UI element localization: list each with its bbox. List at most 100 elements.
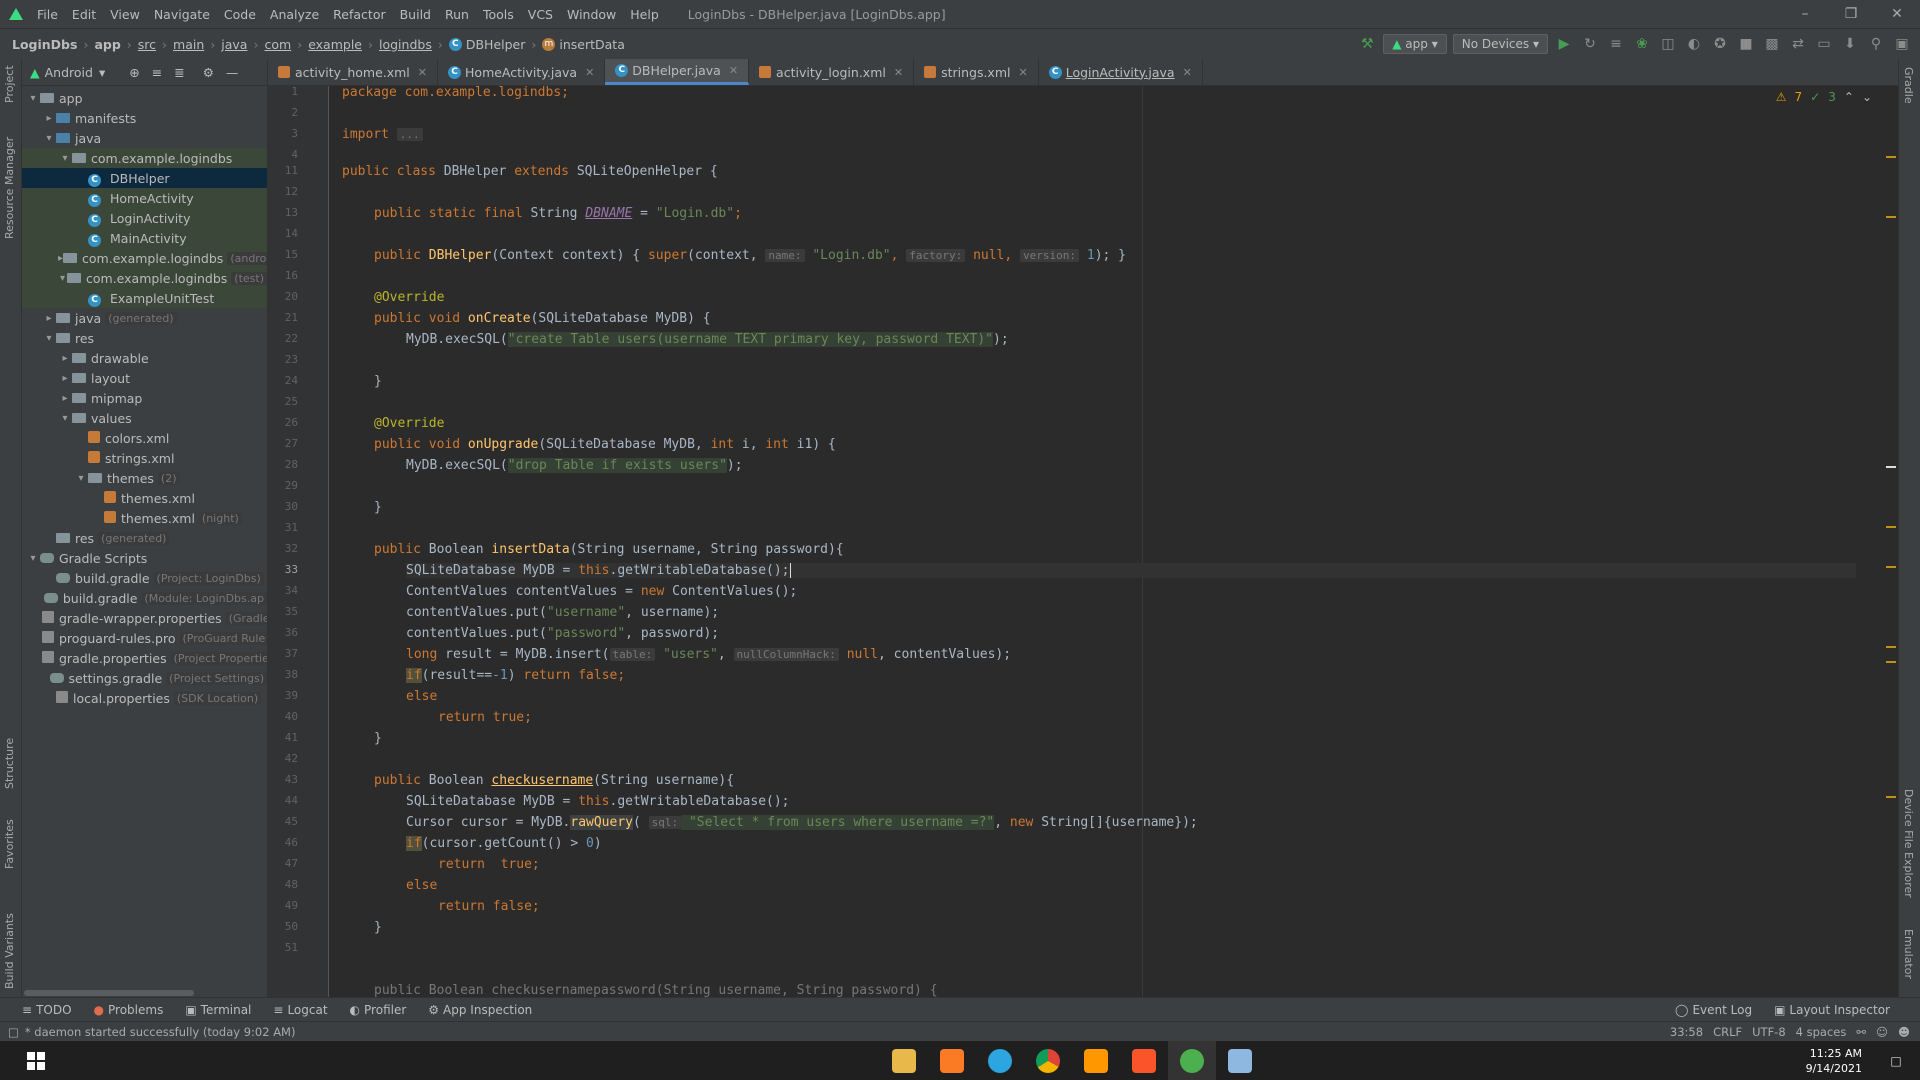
device-file-explorer-tool-tab[interactable]: Device File Explorer <box>1902 789 1915 898</box>
chevron-right-icon[interactable]: ▸ <box>42 113 56 124</box>
sdk-manager-icon[interactable]: ⬇ <box>1840 34 1860 54</box>
attach-debugger-icon[interactable]: ✪ <box>1710 34 1730 54</box>
tree-dbhelper[interactable]: C DBHelper <box>22 168 267 188</box>
line-separator[interactable]: CRLF <box>1713 1025 1742 1039</box>
close-icon[interactable]: ✕ <box>1018 66 1027 79</box>
tree-local-properties[interactable]: local.properties (SDK Location) <box>22 688 267 708</box>
menu-window[interactable]: Window <box>560 7 623 22</box>
device-dropdown[interactable]: No Devices ▾ <box>1452 34 1548 54</box>
notification-center-button[interactable]: □ <box>1872 1041 1920 1080</box>
layout-inspector-tool-button[interactable]: ▣ Layout Inspector <box>1774 1003 1890 1017</box>
menu-analyze[interactable]: Analyze <box>263 7 326 22</box>
stop-icon[interactable]: ■ <box>1736 34 1756 54</box>
crumb-project[interactable]: LoginDbs <box>12 37 77 52</box>
close-icon[interactable]: ✕ <box>1183 66 1192 79</box>
taskbar-clock[interactable]: 11:25 AM 9/14/2021 <box>1806 1046 1872 1076</box>
menu-build[interactable]: Build <box>393 7 438 22</box>
menu-view[interactable]: View <box>103 7 147 22</box>
chevron-right-icon[interactable]: ▸ <box>58 393 72 404</box>
status-message[interactable]: * daemon started successfully (today 9:0… <box>25 1025 296 1039</box>
chevron-up-icon[interactable]: ⌃ <box>1844 90 1854 104</box>
status-toggle-icon[interactable]: □ <box>8 1025 19 1039</box>
tree-drawable[interactable]: ▸ drawable <box>22 348 267 368</box>
minimize-icon[interactable]: – <box>1782 6 1828 22</box>
tree-values[interactable]: ▾ values <box>22 408 267 428</box>
taskbar-file-explorer[interactable] <box>880 1041 928 1080</box>
tree-package-test[interactable]: ▾ com.example.logindbs (test) <box>22 268 267 288</box>
tree-loginactivity[interactable]: C LoginActivity <box>22 208 267 228</box>
tree-gradle-wrapper[interactable]: gradle-wrapper.properties(Gradle V <box>22 608 267 628</box>
favorites-tool-tab[interactable]: Favorites <box>3 819 16 869</box>
menu-run[interactable]: Run <box>438 7 476 22</box>
taskbar-android-studio[interactable] <box>1168 1041 1216 1080</box>
tree-app[interactable]: ▾ app <box>22 88 267 108</box>
expand-all-icon[interactable]: ≡ <box>152 65 162 80</box>
crumb-app[interactable]: app <box>94 37 120 52</box>
menu-help[interactable]: Help <box>623 7 666 22</box>
profile-icon[interactable]: ◐ <box>1684 34 1704 54</box>
emulator-tool-tab[interactable]: Emulator <box>1902 929 1915 979</box>
tree-res[interactable]: ▾ res <box>22 328 267 348</box>
tab-homeactivity-java[interactable]: C HomeActivity.java ✕ <box>438 59 606 85</box>
tab-activity-home-xml[interactable]: activity_home.xml ✕ <box>268 59 439 85</box>
build-variants-tool-tab[interactable]: Build Variants <box>3 913 16 989</box>
chevron-down-icon[interactable]: ▾ <box>99 65 105 80</box>
line-number-gutter[interactable]: 1 2 3 4 11 12 13 14 15 16 20 21 22 23 24 25 26 27 28 29 30 31… <box>268 86 329 997</box>
gear-icon[interactable]: ⚙ <box>203 65 214 80</box>
menu-navigate[interactable]: Navigate <box>147 7 217 22</box>
tree-settings-gradle[interactable]: settings.gradle (Project Settings) <box>22 668 267 688</box>
tree-layout[interactable]: ▸ layout <box>22 368 267 388</box>
menu-vcs[interactable]: VCS <box>521 7 560 22</box>
tree-mainactivity[interactable]: C MainActivity <box>22 228 267 248</box>
chevron-down-icon[interactable]: ▾ <box>26 553 40 564</box>
chevron-down-icon[interactable]: ▾ <box>42 333 56 344</box>
apply-changes-icon[interactable]: ≡ <box>1606 34 1626 54</box>
tree-themes[interactable]: ▾ themes (2) <box>22 468 267 488</box>
smiley-icon[interactable]: ☺ <box>1876 1025 1888 1039</box>
tree-mipmap[interactable]: ▸ mipmap <box>22 388 267 408</box>
problems-tool-button[interactable]: ● Problems <box>94 1003 164 1017</box>
structure-tool-tab[interactable]: Structure <box>3 738 16 789</box>
todo-tool-button[interactable]: ≡ TODO <box>22 1003 72 1017</box>
crumb-java[interactable]: java <box>221 37 247 52</box>
chevron-right-icon[interactable]: ▸ <box>58 353 72 364</box>
project-view-selector[interactable]: Android <box>45 65 93 80</box>
tree-strings-xml[interactable]: strings.xml <box>22 448 267 468</box>
close-icon[interactable]: ✕ <box>894 66 903 79</box>
event-log-tool-button[interactable]: ◯ Event Log <box>1675 1003 1752 1017</box>
chevron-down-icon[interactable]: ▾ <box>26 93 40 104</box>
gradle-tool-tab[interactable]: Gradle <box>1902 67 1915 104</box>
error-stripe-mark[interactable] <box>1886 566 1896 568</box>
crumb-src[interactable]: src <box>138 37 156 52</box>
tab-activity-login-xml[interactable]: activity_login.xml ✕ <box>749 59 915 85</box>
error-stripe-mark[interactable] <box>1886 796 1896 798</box>
taskbar-chrome[interactable] <box>1024 1041 1072 1080</box>
tree-themes-xml-night[interactable]: themes.xml (night) <box>22 508 267 528</box>
crumb-insertdata[interactable]: insertData <box>559 37 625 52</box>
tree-build-gradle-project[interactable]: build.gradle (Project: LoginDbs) <box>22 568 267 588</box>
close-icon[interactable]: ✕ <box>729 64 738 77</box>
app-inspection-tool-button[interactable]: ⚙ App Inspection <box>428 1003 532 1017</box>
project-tool-tab[interactable]: Project <box>3 65 16 103</box>
taskbar-notepad[interactable] <box>1216 1041 1264 1080</box>
error-stripe-mark[interactable] <box>1886 661 1896 663</box>
tree-themes-xml[interactable]: themes.xml <box>22 488 267 508</box>
locate-icon[interactable]: ⊕ <box>129 65 139 80</box>
run-config-dropdown[interactable]: ▲ app ▾ <box>1383 34 1447 54</box>
tree-java-generated[interactable]: ▸ java (generated) <box>22 308 267 328</box>
crumb-dbhelper[interactable]: DBHelper <box>466 37 526 52</box>
chevron-right-icon[interactable]: ▸ <box>58 373 72 384</box>
crumb-example[interactable]: example <box>308 37 362 52</box>
editor-scrollbar[interactable] <box>1884 86 1898 997</box>
resource-manager-tool-tab[interactable]: Resource Manager <box>3 137 16 239</box>
profiler-tool-button[interactable]: ◐ Profiler <box>350 1003 407 1017</box>
chevron-down-icon[interactable]: ▾ <box>74 473 88 484</box>
tree-manifests[interactable]: ▸ manifests <box>22 108 267 128</box>
avd-manager-icon[interactable]: ▭ <box>1814 34 1834 54</box>
project-scrollbar-thumb[interactable] <box>24 990 194 996</box>
chevron-right-icon[interactable]: ▸ <box>42 313 56 324</box>
tree-homeactivity[interactable]: C HomeActivity <box>22 188 267 208</box>
error-stripe-mark[interactable] <box>1886 646 1896 648</box>
tree-java[interactable]: ▾ java <box>22 128 267 148</box>
rerun-icon[interactable]: ↻ <box>1580 34 1600 54</box>
